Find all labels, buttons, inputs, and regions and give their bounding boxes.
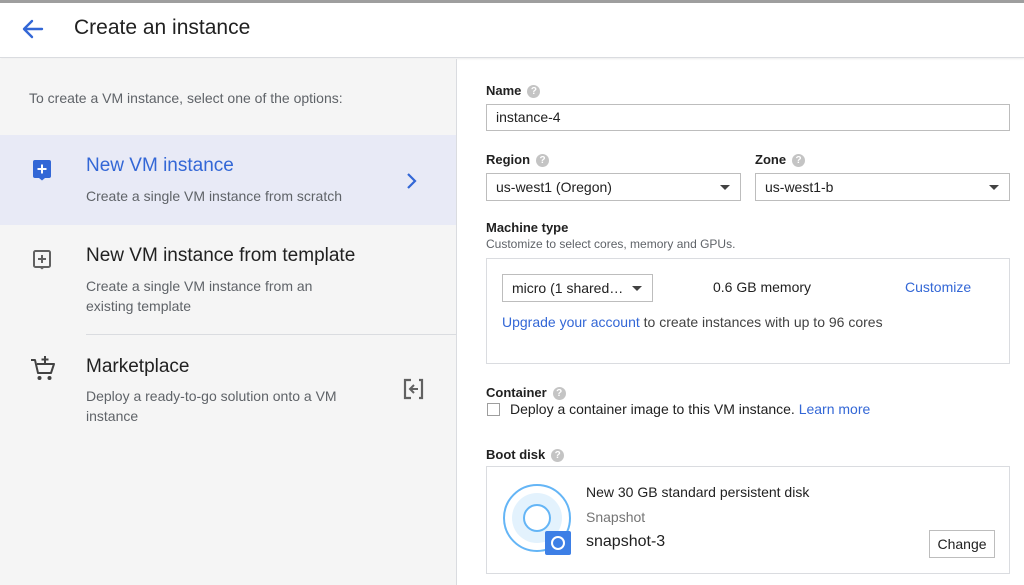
option-description: Create a single VM instance from scratch: [86, 188, 342, 204]
option-new-vm-instance[interactable]: New VM instance Create a single VM insta…: [0, 135, 456, 225]
help-icon[interactable]: ?: [551, 449, 565, 462]
intro-text: To create a VM instance, select one of t…: [29, 90, 343, 106]
add-box-icon: [33, 160, 51, 181]
page-title: Create an instance: [74, 16, 251, 39]
help-icon[interactable]: ?: [536, 154, 550, 167]
name-input[interactable]: instance-4: [486, 104, 1010, 131]
zone-label: Zone?: [755, 152, 806, 167]
boot-disk-label: Boot disk?: [486, 447, 565, 462]
dropdown-arrow-icon: [632, 286, 642, 291]
boot-disk-name: snapshot-3: [586, 533, 666, 550]
region-label: Region?: [486, 152, 550, 167]
upgrade-message: Upgrade your account to create instances…: [502, 314, 883, 330]
learn-more-link[interactable]: Learn more: [799, 401, 871, 417]
option-title: Marketplace: [86, 356, 190, 377]
option-description: Deploy a ready-to-go solution onto a VM …: [86, 388, 337, 424]
change-button[interactable]: Change: [929, 530, 995, 558]
chevron-right-icon: [407, 173, 417, 189]
dropdown-arrow-icon: [720, 185, 730, 190]
open-external-icon[interactable]: [402, 377, 424, 401]
cart-icon: [31, 356, 55, 380]
machine-type-value: micro (1 shared…: [512, 280, 624, 296]
machine-type-label: Machine type: [486, 220, 569, 235]
add-box-outline-icon: [33, 250, 51, 270]
option-marketplace[interactable]: Marketplace Deploy a ready-to-go solutio…: [0, 335, 456, 445]
machine-type-hint: Customize to select cores, memory and GP…: [486, 237, 736, 251]
app-header: Create an instance: [0, 0, 1024, 58]
name-label: Name?: [486, 83, 541, 98]
help-icon[interactable]: ?: [552, 387, 566, 400]
option-title: New VM instance from template: [86, 245, 356, 266]
boot-disk-type: Snapshot: [586, 509, 646, 525]
option-title: New VM instance: [86, 155, 234, 176]
arrow-back-icon: [22, 19, 44, 39]
zone-value: us-west1-b: [765, 179, 834, 195]
option-vm-from-template[interactable]: New VM instance from template Create a s…: [0, 225, 456, 335]
container-checkbox-label: Deploy a container image to this VM inst…: [510, 401, 871, 417]
region-value: us-west1 (Oregon): [496, 179, 612, 195]
instance-form: Name? instance-4 Region? us-west1 (Orego…: [458, 59, 1024, 585]
upgrade-account-link[interactable]: Upgrade your account: [502, 314, 640, 330]
container-checkbox[interactable]: [487, 403, 500, 416]
zone-select[interactable]: us-west1-b: [755, 173, 1010, 201]
boot-disk-title: New 30 GB standard persistent disk: [586, 484, 810, 500]
region-select[interactable]: us-west1 (Oregon): [486, 173, 741, 201]
option-description: Create a single VM instance from an exis…: [86, 278, 313, 314]
boot-disk-box: New 30 GB standard persistent disk Snaps…: [486, 466, 1010, 574]
container-label: Container?: [486, 385, 566, 400]
help-icon[interactable]: ?: [527, 85, 541, 98]
dropdown-arrow-icon: [989, 185, 999, 190]
machine-type-select[interactable]: micro (1 shared…: [502, 274, 653, 302]
machine-type-box: micro (1 shared… 0.6 GB memory Customize…: [486, 258, 1010, 364]
disk-snapshot-icon: [503, 484, 571, 555]
memory-value: 0.6 GB memory: [713, 279, 812, 295]
creation-options-panel: To create a VM instance, select one of t…: [0, 59, 457, 585]
customize-link[interactable]: Customize: [905, 279, 971, 295]
back-button[interactable]: [18, 16, 48, 42]
help-icon[interactable]: ?: [792, 154, 806, 167]
